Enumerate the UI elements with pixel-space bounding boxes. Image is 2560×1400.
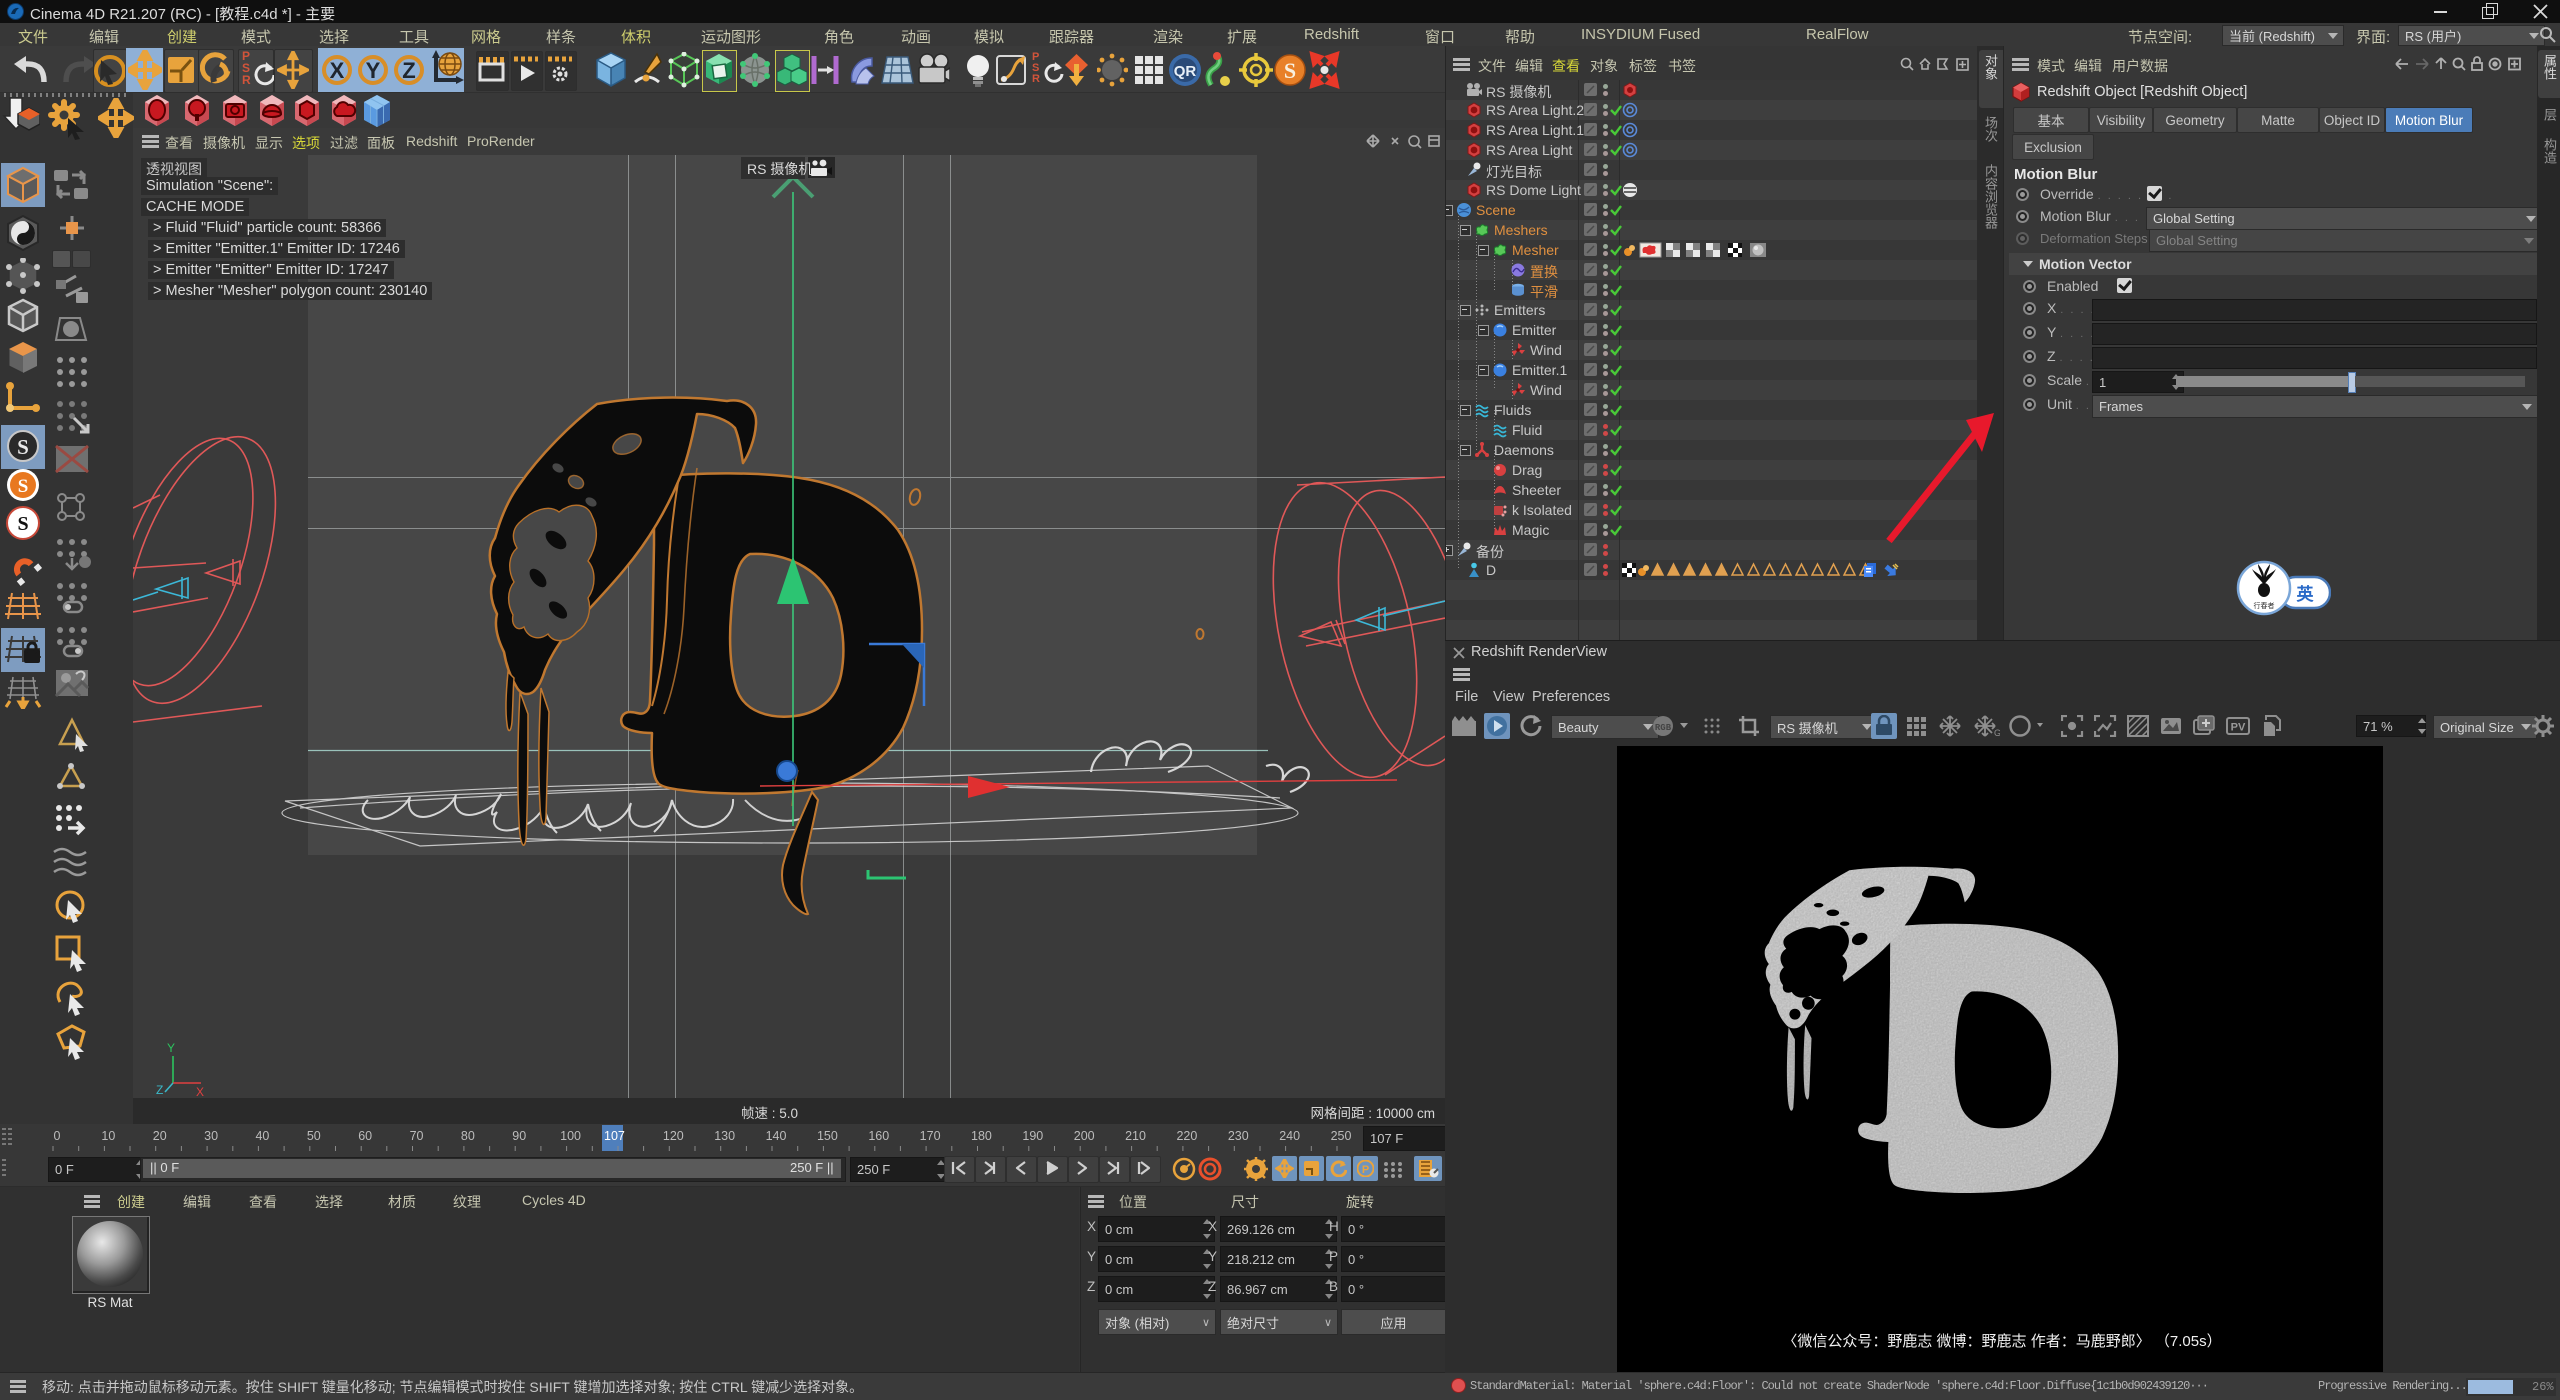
svg-text:英: 英 [2297, 584, 2315, 604]
svg-text:S: S [18, 476, 29, 497]
svg-text:S: S [1284, 58, 1296, 83]
svg-text:P: P [1362, 1164, 1369, 1176]
svg-text:PV: PV [2231, 722, 2246, 734]
svg-text:〈微信公众号：野鹿志 微博：野鹿志 作者：马鹿野郎〉 （: 〈微信公众号：野鹿志 微博：野鹿志 作者：马鹿野郎〉 （7.05s） [1782, 1333, 2221, 1350]
svg-text:RS 摄像机: RS 摄像机 [747, 161, 812, 177]
svg-text:S: S [17, 435, 29, 459]
svg-text:X: X [330, 58, 345, 83]
svg-text:Y: Y [366, 58, 381, 83]
svg-text:Z: Z [402, 58, 415, 83]
svg-text:G: G [1994, 728, 2000, 737]
svg-text:S: S [17, 513, 28, 535]
svg-text:RGB: RGB [1655, 723, 1672, 733]
svg-text:X: X [196, 1085, 204, 1099]
svg-text:QR: QR [1174, 63, 1197, 80]
svg-text:Y: Y [167, 1041, 175, 1055]
svg-text:行春者: 行春者 [2254, 601, 2275, 610]
svg-text:Z: Z [156, 1083, 163, 1097]
